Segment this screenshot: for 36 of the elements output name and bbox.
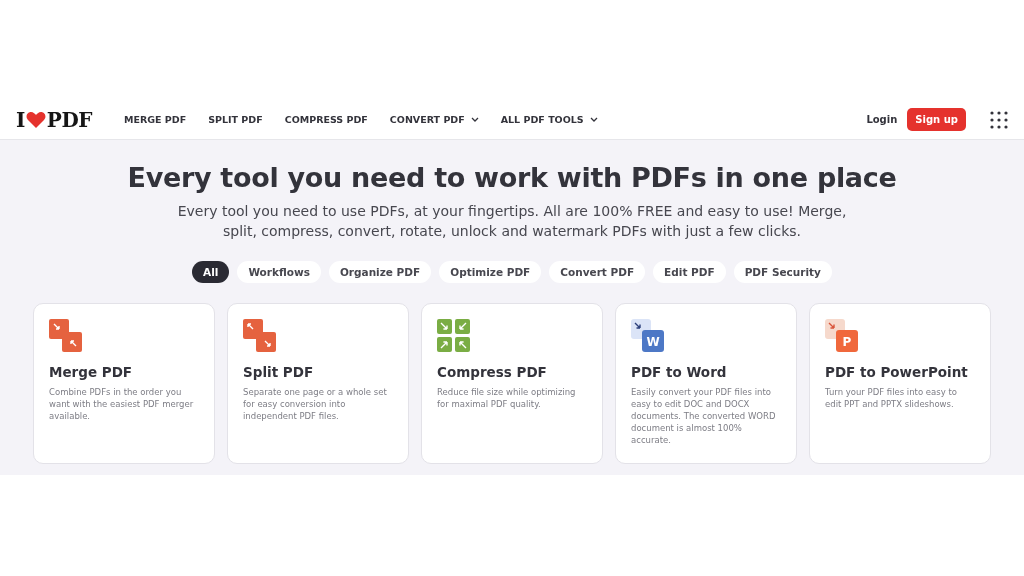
- filter-chip[interactable]: Convert PDF: [549, 261, 646, 283]
- filter-chip[interactable]: PDF Security: [733, 261, 832, 283]
- tool-description: Separate one page or a whole set for easy conversion into independent PDF files.: [243, 386, 388, 422]
- tool-description: Combine PDFs in the order you want with the easiest PDF merger available.: [49, 386, 195, 422]
- nav-link[interactable]: COMPRESS PDF: [284, 114, 368, 125]
- logo[interactable]: I PDF: [16, 107, 92, 132]
- tool-card[interactable]: Compress PDF Reduce file size while optimizing for maximal PDF quality.: [421, 303, 603, 464]
- filter-chip[interactable]: Optimize PDF: [439, 261, 542, 283]
- nav-link[interactable]: ALL PDF TOOLS: [500, 114, 598, 125]
- tool-card[interactable]: P PDF to PowerPoint Turn your PDF files into easy to edit PPT and PPTX slideshows.: [809, 303, 991, 464]
- tool-title: Merge PDF: [49, 364, 134, 380]
- tool-title: Compress PDF: [437, 364, 548, 380]
- merge-icon: [49, 319, 82, 352]
- tool-card[interactable]: Split PDF Separate one page or a whole set for easy conversion into independent PDF files.: [227, 303, 409, 464]
- tool-description: Turn your PDF files into easy to edit PPT and PPTX slideshows.: [825, 386, 958, 410]
- hero-subtitle: Every tool you need to use PDFs, at your fingertips. All are 100% FREE and easy to use! Merge, split, compress, convert, rotate, unlock and watermark PDFs with just a few clicks.: [176, 202, 848, 241]
- tool-card[interactable]: W PDF to Word Easily convert your PDF files into easy to edit DOC and DOCX documents. The converted WORD document is almost 100% accurate.: [615, 303, 797, 464]
- tool-card[interactable]: Merge PDF Combine PDFs in the order you want with the easiest PDF merger available.: [33, 303, 215, 464]
- tool-description: Reduce file size while optimizing for maximal PDF quality.: [437, 386, 577, 410]
- tool-description: Easily convert your PDF files into easy to edit DOC and DOCX documents. The converted WORD document is almost 100% accurate.: [631, 386, 777, 446]
- compress-icon: [437, 319, 470, 352]
- tool-title: PDF to Word: [631, 364, 728, 380]
- filter-chip[interactable]: All: [192, 261, 230, 283]
- tool-title: PDF to PowerPoint: [825, 364, 969, 380]
- hero-title: Every tool you need to work with PDFs in one place: [127, 162, 897, 193]
- nav-link[interactable]: SPLIT PDF: [208, 114, 263, 125]
- nav-link[interactable]: MERGE PDF: [123, 114, 187, 125]
- filter-chip[interactable]: Organize PDF: [328, 261, 432, 283]
- nav-link[interactable]: CONVERT PDF: [389, 114, 479, 125]
- filter-chip[interactable]: Edit PDF: [653, 261, 726, 283]
- login-link[interactable]: Login: [866, 114, 898, 125]
- apps-grid-icon[interactable]: [990, 110, 1008, 129]
- filter-chip[interactable]: Workflows: [237, 261, 321, 283]
- split-icon: [243, 319, 276, 352]
- tool-title: Split PDF: [243, 364, 315, 380]
- signup-button[interactable]: Sign up: [907, 108, 966, 131]
